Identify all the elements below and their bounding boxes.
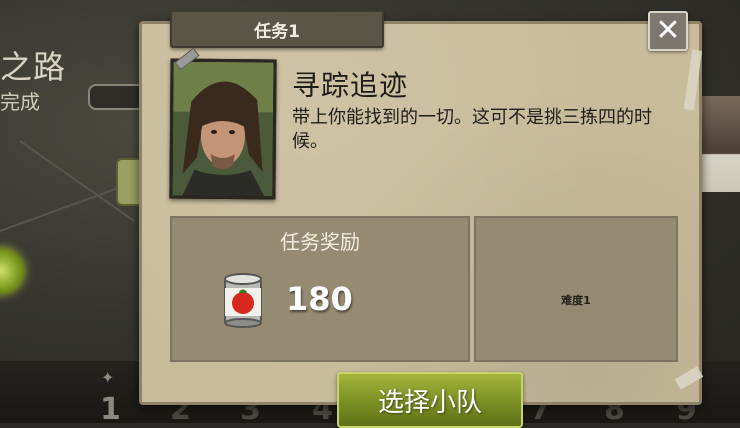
choose-squad-label: 选择小队	[377, 387, 482, 418]
difficulty-label: 难度1	[561, 294, 591, 307]
slot-number[interactable]: 1	[100, 392, 121, 427]
reward-amount: 180	[286, 280, 353, 318]
choose-squad-button[interactable]: 选择小队	[337, 372, 523, 428]
road-subtitle: 完成	[0, 90, 40, 114]
mission-tab-title: 任务1	[170, 10, 384, 48]
road-title: 之路	[0, 48, 67, 86]
character-portrait-image	[172, 61, 274, 197]
mission-name: 寻踪追迹	[292, 69, 409, 102]
food-can-icon	[222, 272, 264, 328]
close-icon: ✕	[655, 13, 681, 48]
reward-title: 任务奖励	[280, 230, 360, 254]
difficulty-panel: 难度1	[474, 216, 678, 362]
mission-tab-label: 任务1	[254, 21, 300, 42]
active-map-node-icon[interactable]	[0, 248, 24, 294]
close-button[interactable]: ✕	[648, 11, 688, 51]
mission-description: 带上你能找到的一切。这可不是挑三拣四的时候。	[292, 107, 652, 152]
character-portrait	[169, 58, 277, 200]
star-icon: ✦	[101, 368, 115, 387]
